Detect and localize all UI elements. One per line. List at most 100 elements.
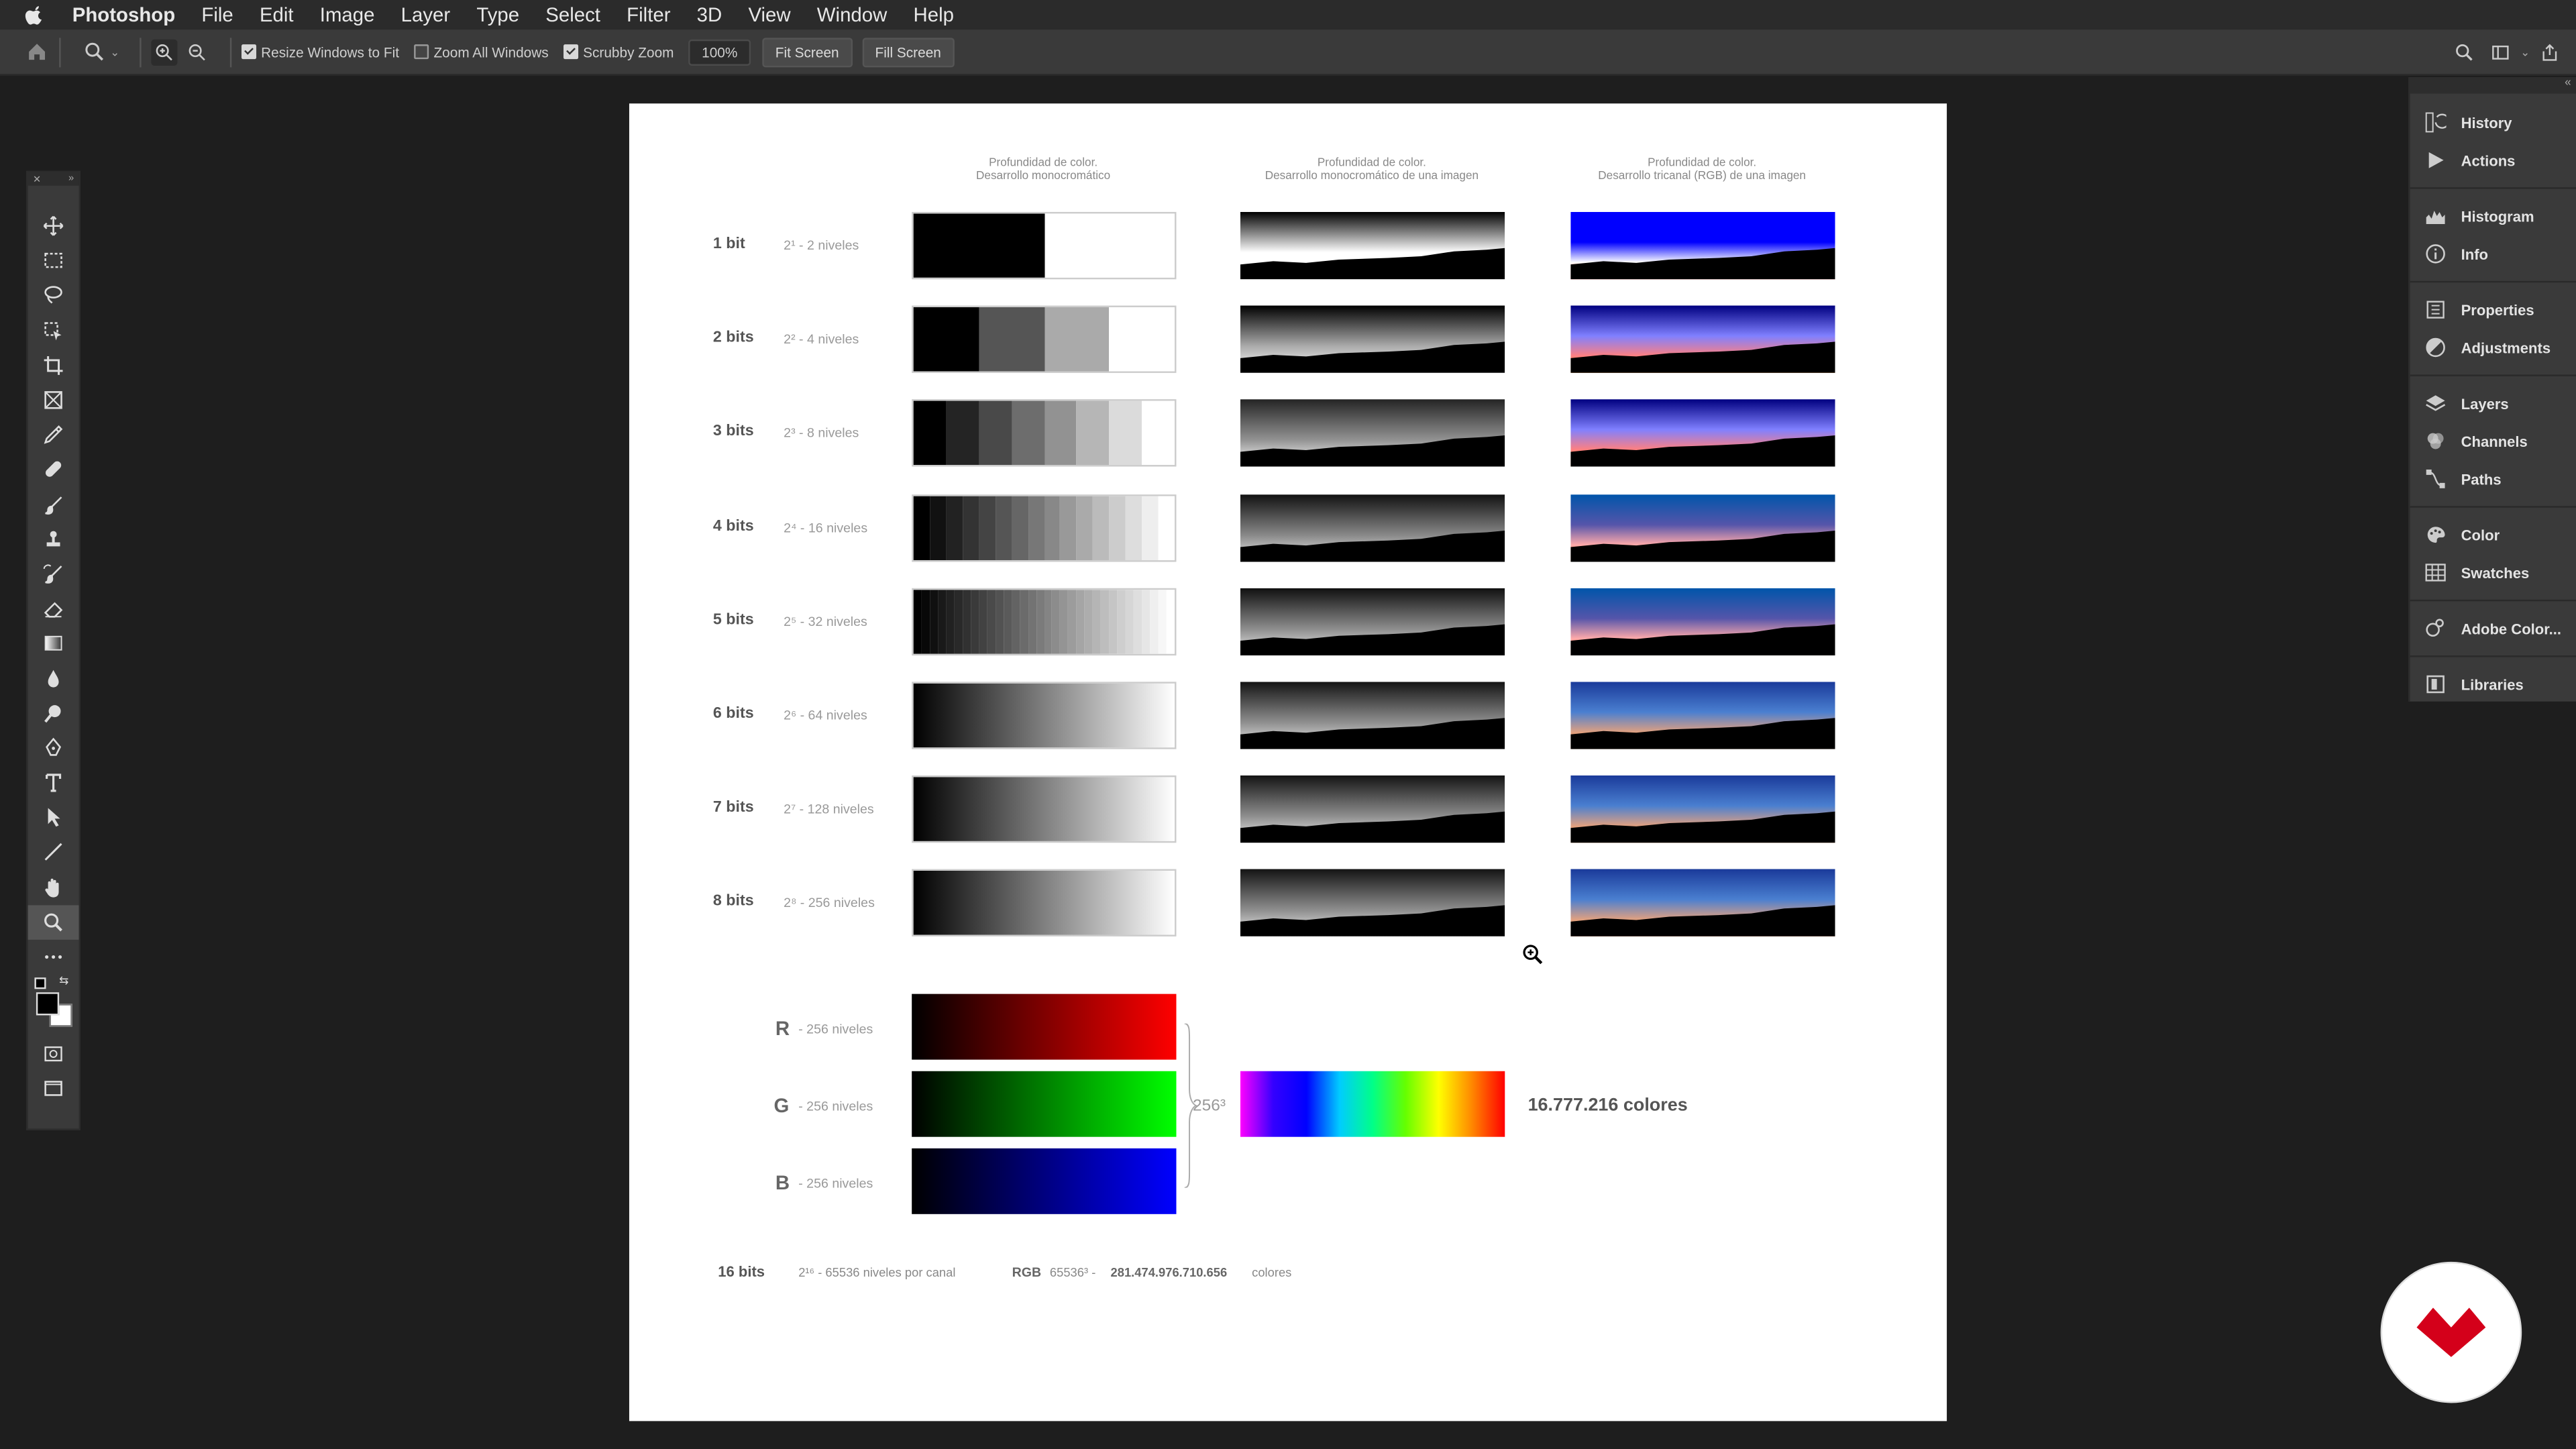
panel-color[interactable]: Color (2410, 516, 2576, 553)
share-icon[interactable] (2536, 39, 2563, 65)
quick-mask-icon[interactable] (28, 1037, 79, 1072)
gray-step (1085, 589, 1093, 654)
scrubby-zoom-checkbox[interactable]: Scrubby Zoom (563, 44, 674, 60)
menu-edit[interactable]: Edit (260, 3, 294, 26)
line-tool-icon[interactable] (28, 835, 79, 870)
zoom-tool-icon[interactable] (28, 904, 79, 940)
grayscale-step-bar (912, 494, 1177, 561)
zoom-out-icon[interactable] (184, 39, 210, 65)
zoom-percentage-field[interactable]: 100% (688, 38, 751, 65)
chevron-down-icon[interactable]: ⌄ (2520, 45, 2530, 58)
panel-info-label: Info (2461, 246, 2489, 262)
close-icon[interactable]: ✕ (33, 173, 41, 185)
panel-paths[interactable]: Paths (2410, 460, 2576, 498)
grayscale-step-bar (912, 682, 1177, 749)
dodge-tool-icon[interactable] (28, 696, 79, 731)
menu-file[interactable]: File (201, 3, 233, 26)
apple-icon[interactable] (23, 3, 46, 26)
tools-panel-header: ✕» (28, 172, 79, 186)
expand-icon[interactable]: » (68, 174, 74, 184)
gray-step (1044, 307, 1110, 372)
panel-channels[interactable]: Channels (2410, 422, 2576, 460)
monochrome-landscape-image (1240, 682, 1505, 749)
gray-step (1060, 589, 1069, 654)
gray-step (1044, 401, 1077, 466)
pen-tool-icon[interactable] (28, 731, 79, 765)
screen-mode-icon[interactable] (28, 1072, 79, 1107)
app-menu[interactable]: Photoshop (72, 3, 175, 26)
more-tools-icon[interactable] (28, 940, 79, 975)
marquee-tool-icon[interactable] (28, 244, 79, 278)
gray-step (1134, 589, 1142, 654)
panel-adjustments[interactable]: Adjustments (2410, 329, 2576, 366)
menu-3d[interactable]: 3D (697, 3, 722, 26)
panel-layers[interactable]: Layers (2410, 384, 2576, 422)
zoom-tool-preset-icon[interactable] (80, 39, 107, 65)
menu-layer[interactable]: Layer (401, 3, 451, 26)
object-selection-tool-icon[interactable] (28, 313, 79, 348)
hand-tool-icon[interactable] (28, 870, 79, 905)
type-tool-icon[interactable] (28, 765, 79, 800)
gray-step (1011, 401, 1044, 466)
rgb-landscape-image (1570, 588, 1835, 655)
menu-help[interactable]: Help (914, 3, 954, 26)
healing-brush-tool-icon[interactable] (28, 452, 79, 487)
menu-view[interactable]: View (748, 3, 790, 26)
power-label: 256³ (1192, 1097, 1226, 1116)
search-icon[interactable] (2451, 39, 2477, 65)
swap-colors-icon[interactable]: ⇆ (59, 975, 68, 987)
workspace-icon[interactable] (2487, 39, 2514, 65)
foreground-color-swatch[interactable] (36, 992, 60, 1016)
home-icon[interactable] (23, 39, 49, 65)
menu-window[interactable]: Window (817, 3, 888, 26)
rgb-landscape-image (1570, 494, 1835, 561)
gradient-tool-icon[interactable] (28, 627, 79, 661)
collapse-icon[interactable]: « (2410, 77, 2576, 94)
fit-screen-button[interactable]: Fit Screen (762, 37, 853, 67)
panel-libraries[interactable]: Libraries (2410, 665, 2576, 703)
eyedropper-tool-icon[interactable] (28, 417, 79, 452)
gray-step (995, 495, 1012, 560)
gray-step (1142, 495, 1159, 560)
lasso-tool-icon[interactable] (28, 278, 79, 313)
adjustments-icon (2426, 337, 2445, 358)
gray-step (1003, 589, 1012, 654)
gray-step (913, 401, 947, 466)
menu-filter[interactable]: Filter (627, 3, 670, 26)
blur-tool-icon[interactable] (28, 661, 79, 696)
panel-history[interactable]: History (2410, 103, 2576, 141)
frame-tool-icon[interactable] (28, 382, 79, 417)
menu-type[interactable]: Type (476, 3, 519, 26)
eraser-tool-icon[interactable] (28, 592, 79, 627)
resize-windows-checkbox[interactable]: Resize Windows to Fit (241, 44, 399, 60)
brush-tool-icon[interactable] (28, 487, 79, 522)
history-brush-tool-icon[interactable] (28, 557, 79, 592)
gray-step (1068, 589, 1077, 654)
panel-swatches[interactable]: Swatches (2410, 553, 2576, 591)
panel-info[interactable]: Info (2410, 235, 2576, 272)
panel-histogram[interactable]: Histogram (2410, 197, 2576, 235)
panel-properties-label: Properties (2461, 301, 2534, 318)
gray-step (1028, 589, 1036, 654)
histogram-icon (2426, 211, 2445, 224)
panel-properties[interactable]: Properties (2410, 290, 2576, 328)
panel-actions[interactable]: Actions (2410, 142, 2576, 179)
clone-stamp-tool-icon[interactable] (28, 522, 79, 557)
gray-step (1011, 495, 1028, 560)
gray-step (995, 589, 1004, 654)
brand-logo (2380, 1261, 2522, 1403)
header-line: Desarrollo monocromático (976, 170, 1111, 182)
default-colors-icon[interactable] (34, 977, 46, 989)
fill-screen-button[interactable]: Fill Screen (861, 37, 955, 67)
panel-adobe-color[interactable]: Adobe Color... (2410, 610, 2576, 647)
zoom-all-windows-checkbox[interactable]: Zoom All Windows (414, 44, 549, 60)
menu-select[interactable]: Select (545, 3, 600, 26)
rgb-landscape-image (1570, 775, 1835, 843)
chevron-down-icon[interactable]: ⌄ (110, 45, 119, 58)
menu-image[interactable]: Image (320, 3, 375, 26)
move-tool-icon[interactable] (28, 209, 79, 244)
document-canvas[interactable]: Profundidad de color. Desarrollo monocrom… (629, 103, 1947, 1421)
path-selection-tool-icon[interactable] (28, 800, 79, 835)
crop-tool-icon[interactable] (28, 348, 79, 383)
zoom-in-icon[interactable] (151, 38, 178, 65)
